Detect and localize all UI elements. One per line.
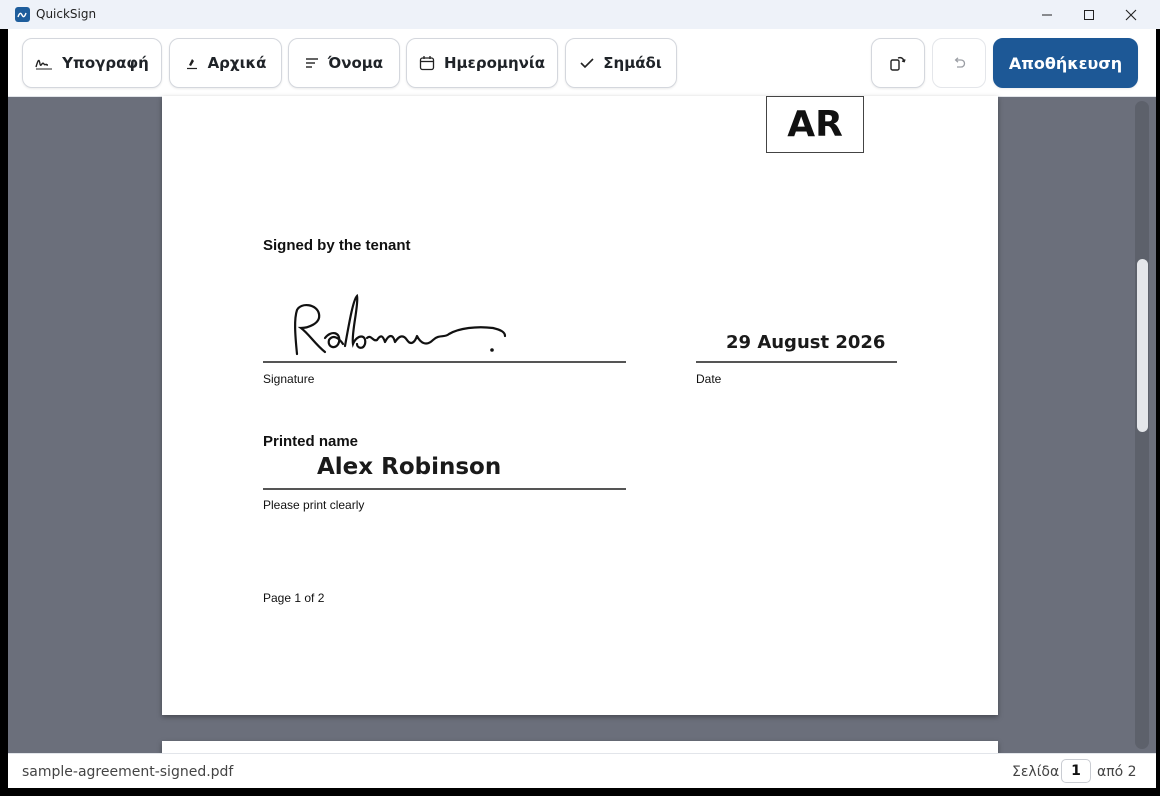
file-name: sample-agreement-signed.pdf xyxy=(22,764,234,780)
initials-stamp-text: AR xyxy=(787,104,843,145)
close-icon xyxy=(1125,9,1137,20)
app-logo-icon xyxy=(15,7,30,22)
checkmark-icon xyxy=(580,58,594,69)
scrollbar-thumb[interactable] xyxy=(1137,259,1148,432)
page-number-input[interactable] xyxy=(1061,759,1091,783)
status-bar: sample-agreement-signed.pdf Σελίδα από 2 xyxy=(8,753,1156,788)
printed-name-field-value[interactable]: Alex Robinson xyxy=(317,454,501,480)
save-label: Αποθήκευση xyxy=(1008,53,1123,73)
save-button[interactable]: Αποθήκευση xyxy=(993,38,1138,88)
page-footer: Page 1 of 2 xyxy=(263,591,325,605)
add-checkmark-button[interactable]: Σημάδι xyxy=(565,38,677,88)
rotate-page-button[interactable] xyxy=(871,38,925,88)
initials-pen-icon xyxy=(186,59,197,70)
maximize-button[interactable] xyxy=(1068,0,1110,29)
text-lines-icon xyxy=(305,58,318,68)
page-label: Σελίδα xyxy=(1012,764,1060,780)
signed-by-heading: Signed by the tenant xyxy=(263,237,411,254)
undo-icon xyxy=(954,57,966,68)
rotate-page-icon xyxy=(890,56,906,71)
toolbar: Υπογραφή Αρχικά Όνομα Ημερομηνία Σημάδι … xyxy=(8,29,1156,97)
signature-caption: Signature xyxy=(263,372,315,386)
add-name-button[interactable]: Όνομα xyxy=(288,38,400,88)
date-field-value[interactable]: 29 August 2026 xyxy=(726,332,885,353)
calendar-icon xyxy=(419,56,435,71)
document-page-1: AR Signed by the tenant Signature 29 Aug… xyxy=(162,96,998,715)
initials-stamp[interactable]: AR xyxy=(766,96,864,153)
add-initials-label: Αρχικά xyxy=(207,54,267,72)
signature-line xyxy=(263,361,626,363)
title-bar: QuickSign xyxy=(0,0,1160,29)
date-caption: Date xyxy=(696,372,722,386)
signature-icon xyxy=(35,59,53,70)
date-line xyxy=(696,361,897,363)
add-date-button[interactable]: Ημερομηνία xyxy=(406,38,558,88)
minimize-icon xyxy=(1042,14,1052,15)
printed-name-heading: Printed name xyxy=(263,433,359,450)
add-date-label: Ημερομηνία xyxy=(443,54,546,72)
printed-name-caption: Please print clearly xyxy=(263,498,365,512)
add-signature-button[interactable]: Υπογραφή xyxy=(22,38,162,88)
window-title: QuickSign xyxy=(36,7,97,21)
minimize-button[interactable] xyxy=(1026,0,1068,29)
app-frame: Υπογραφή Αρχικά Όνομα Ημερομηνία Σημάδι … xyxy=(8,29,1156,788)
add-name-label: Όνομα xyxy=(327,54,384,72)
add-initials-button[interactable]: Αρχικά xyxy=(169,38,282,88)
add-checkmark-label: Σημάδι xyxy=(603,54,662,72)
signature-image[interactable] xyxy=(287,294,512,360)
add-signature-label: Υπογραφή xyxy=(62,54,149,72)
undo-button[interactable] xyxy=(932,38,986,88)
close-button[interactable] xyxy=(1110,0,1152,29)
page-total: από 2 xyxy=(1097,764,1137,780)
maximize-icon xyxy=(1084,9,1094,20)
printed-name-line xyxy=(263,488,626,490)
